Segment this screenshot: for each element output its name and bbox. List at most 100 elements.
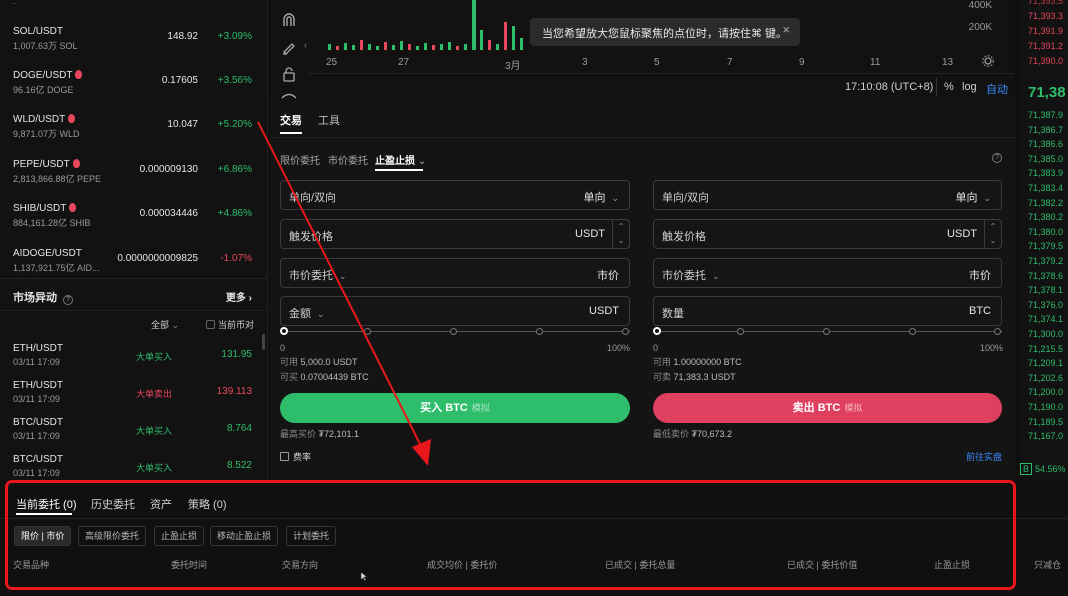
slider-handle[interactable] — [653, 327, 661, 335]
go-live-trading-link[interactable]: 前往实盘 — [966, 450, 1002, 463]
anomaly-type: 大单买入 — [136, 352, 173, 362]
market-row-wld[interactable]: WLD/USDT 9,871.07万 WLD 10.047 +5.20% — [0, 110, 268, 154]
market-change: +5.20% — [217, 119, 252, 130]
tab-tp-sl-label: 止盈止损 — [375, 156, 415, 167]
stepper-down-icon[interactable]: ⌄ — [985, 234, 1001, 248]
anomaly-title-text: 市场异动 — [13, 292, 57, 304]
divider — [0, 310, 268, 311]
filter-plan-order[interactable]: 计划委托 — [286, 526, 337, 546]
pencil-icon[interactable] — [281, 39, 297, 55]
slider-stop[interactable] — [737, 328, 744, 335]
market-change: -1.07% — [220, 253, 252, 264]
column-header: 委托时间 — [171, 560, 208, 570]
filter-limit-market[interactable]: 限价 | 市价 — [14, 526, 72, 546]
price-stepper[interactable]: ⌃ ⌄ — [612, 219, 630, 249]
sell-trigger-price-input[interactable]: 触发价格 USDT ⌃ ⌄ — [653, 219, 1002, 249]
buy-order-type-select[interactable]: 市价委托 ⌄ 市价 — [280, 258, 630, 288]
help-icon[interactable]: ? — [992, 153, 1002, 163]
close-icon[interactable]: × — [782, 22, 790, 37]
buy-trigger-price-input[interactable]: 触发价格 USDT ⌃ ⌄ — [280, 219, 630, 249]
sell-mode-select[interactable]: 单向/双向 单向 ⌄ — [653, 180, 1002, 210]
settings-gear-icon[interactable] — [982, 55, 994, 67]
percent-toggle[interactable]: % — [944, 81, 954, 93]
buy-mode-select[interactable]: 单向/双向 单向 ⌄ — [280, 180, 630, 210]
tab-strategy[interactable]: 策略 (0) — [188, 496, 227, 512]
log-toggle[interactable]: log — [962, 81, 977, 93]
tab-tp-sl[interactable]: 止盈止损 ⌄ — [375, 152, 426, 167]
buy-amount-input[interactable]: 金额 ⌄ USDT — [280, 296, 630, 326]
ratio-badge: B — [1020, 463, 1033, 475]
anomaly-row[interactable]: BTC/USDT 03/11 17:09 大单买入 8.764 — [0, 415, 262, 452]
sell-max-quantity: 可卖 71,383.3 USDT — [653, 370, 736, 383]
help-icon[interactable]: ? — [63, 295, 73, 305]
market-row-shib[interactable]: SHIB/USDT 884,161.28亿 SHIB 0.000034446 +… — [0, 199, 268, 243]
market-row-doge[interactable]: DOGE/USDT 96.16亿 DOGE 0.17605 +3.56% — [0, 66, 268, 110]
slider-stop[interactable] — [622, 328, 629, 335]
slider-stop[interactable] — [823, 328, 830, 335]
info-label: 最高买价 — [280, 429, 317, 439]
current-pair-checkbox[interactable]: 当前币对 — [206, 318, 254, 331]
x-axis-label: 5 — [654, 57, 660, 68]
checkbox-box[interactable] — [206, 320, 215, 329]
slider-stop[interactable] — [909, 328, 916, 335]
price-chart[interactable]: 当您希望放大您鼠标聚焦的点位时，请按住⌘ 键。 × 400K 200K 25 27… — [308, 0, 1014, 103]
slider-handle[interactable] — [280, 327, 288, 335]
ask-price: 71,393.5 — [1028, 0, 1064, 6]
simulated-tag: 模拟 — [844, 403, 863, 413]
field-unit: USDT — [947, 228, 977, 240]
slider-stop[interactable] — [450, 328, 457, 335]
stepper-up-icon[interactable]: ⌃ — [985, 220, 1001, 234]
more-link[interactable]: 更多 › — [226, 289, 252, 304]
eye-icon[interactable] — [281, 92, 297, 103]
market-price: 0.000034446 — [139, 208, 198, 219]
anomaly-row[interactable]: ETH/USDT 03/11 17:09 大单买入 131.95 — [0, 341, 262, 378]
sell-amount-slider[interactable] — [653, 326, 1002, 338]
column-header: 交易方向 — [282, 560, 319, 570]
buy-button[interactable]: 买入 BTC 模拟 — [280, 393, 630, 423]
stepper-up-icon[interactable]: ⌃ — [613, 220, 629, 234]
market-row-aidoge[interactable]: AIDOGE/USDT 1,137,921.75亿 AID... 0.00000… — [0, 244, 268, 288]
tooltip-text: 当您希望放大您鼠标聚焦的点位时，请按住⌘ 键。 — [542, 28, 788, 40]
info-label: 可用 — [653, 357, 672, 367]
chevron-down-icon: ⌄ — [983, 193, 991, 203]
slider-stop[interactable] — [364, 328, 371, 335]
more-text: 更多 — [225, 293, 246, 304]
bid-price: 71,386.6 — [1028, 139, 1064, 150]
sell-button[interactable]: 卖出 BTC 模拟 — [653, 393, 1002, 423]
market-symbol: DOGE/USDT — [13, 70, 83, 81]
anomaly-filter-dropdown[interactable]: 全部 ⌄ — [151, 318, 179, 331]
order-label-text: 市价委托 — [289, 270, 333, 282]
tab-trade[interactable]: 交易 — [280, 112, 302, 128]
filter-advanced-limit[interactable]: 高级限价委托 — [78, 526, 147, 546]
tab-tools[interactable]: 工具 — [318, 112, 340, 128]
slider-stop[interactable] — [536, 328, 543, 335]
auto-toggle[interactable]: 自动 — [986, 81, 1008, 97]
bid-price: 71,189.5 — [1028, 416, 1064, 427]
slider-stop[interactable] — [994, 328, 1001, 335]
buy-amount-slider[interactable] — [280, 326, 630, 338]
collapse-toolbar-icon[interactable]: ‹ — [304, 40, 307, 50]
tab-market-order[interactable]: 市价委托 — [328, 152, 368, 167]
market-change: +3.09% — [217, 31, 252, 42]
anomaly-row[interactable]: ETH/USDT 03/11 17:09 大单卖出 139.113 — [0, 378, 262, 415]
magnet-icon[interactable] — [281, 12, 297, 28]
tab-order-history[interactable]: 历史委托 — [91, 496, 135, 512]
tab-assets[interactable]: 资产 — [150, 496, 172, 512]
market-row-pepe[interactable]: PEPE/USDT 2,813,866.88亿 PEPE 0.000009130… — [0, 155, 268, 199]
market-price: 148.92 — [167, 31, 198, 42]
fee-rate-link[interactable]: 费率 — [280, 450, 311, 463]
scrollbar-thumb[interactable] — [262, 334, 265, 350]
sell-quantity-input[interactable]: 数量 BTC — [653, 296, 1002, 326]
tab-open-orders[interactable]: 当前委托 (0) — [16, 496, 77, 512]
market-row-sol[interactable]: SOL/USDT 1,007.63万 SOL 148.92 +3.09% — [0, 22, 268, 66]
chart-clock: 17:10:08 (UTC+8) — [845, 81, 934, 93]
filter-tp-sl[interactable]: 止盈止损 — [154, 526, 205, 546]
filter-trailing-stop[interactable]: 移动止盈止损 — [210, 526, 279, 546]
lock-icon[interactable] — [281, 66, 297, 82]
stepper-down-icon[interactable]: ⌄ — [613, 234, 629, 248]
symbol-text: PEPE/USDT — [13, 159, 70, 170]
price-stepper[interactable]: ⌃ ⌄ — [984, 219, 1002, 249]
tab-limit-order[interactable]: 限价委托 — [280, 152, 320, 167]
sell-order-type-select[interactable]: 市价委托 ⌄ 市价 — [653, 258, 1002, 288]
field-label: 触发价格 — [289, 231, 333, 243]
